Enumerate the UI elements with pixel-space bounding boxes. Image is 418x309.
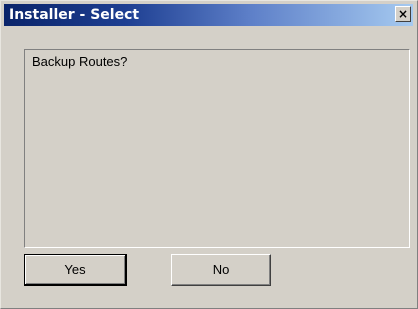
no-button[interactable]: No bbox=[171, 254, 271, 286]
no-button-label: No bbox=[212, 262, 230, 277]
title-bar[interactable]: Installer - Select × bbox=[4, 4, 413, 26]
installer-dialog: Installer - Select × Backup Routes? Yes … bbox=[0, 0, 418, 309]
close-button[interactable]: × bbox=[395, 6, 411, 22]
close-icon: × bbox=[397, 7, 409, 21]
yes-button-label: Yes bbox=[64, 262, 86, 277]
message-panel: Backup Routes? bbox=[24, 49, 410, 248]
window-title: Installer - Select bbox=[9, 7, 140, 23]
yes-button[interactable]: Yes bbox=[24, 254, 127, 286]
message-text: Backup Routes? bbox=[32, 54, 128, 69]
